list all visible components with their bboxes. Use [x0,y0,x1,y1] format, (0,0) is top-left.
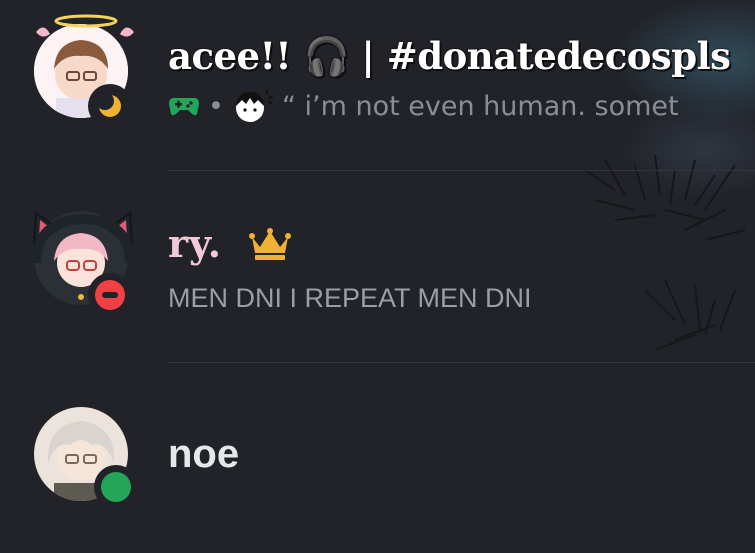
separator: • [208,90,224,122]
member-row-ry[interactable]: ry. MEN DNI I REPEAT MEN DNI [0,171,755,362]
gamepad-icon [169,98,199,116]
status-indicator [88,273,132,317]
member-name: ry. [168,221,222,266]
member-list: acee!! 🎧 | #donatedecospls • “ i’m not e… [0,0,755,553]
online-status-dot [101,472,131,502]
minus-icon [95,280,125,310]
halo-decoration [36,14,134,37]
custom-status-text: MEN DNI I REPEAT MEN DNI [168,283,532,313]
member-row-acee[interactable]: acee!! 🎧 | #donatedecospls • “ i’m not e… [0,0,755,170]
crown-icon [249,228,291,260]
member-name: acee!! 🎧 | #donatedecospls [168,34,731,78]
status-indicator [88,84,132,128]
moon-icon [95,91,125,121]
member-name: noe [168,432,240,476]
member-row-noe[interactable]: noe [0,363,755,553]
custom-emoji-icon [235,89,274,122]
activity-line: • “ i’m not even human. somet [168,88,679,124]
status-indicator [94,465,138,509]
custom-status-text: “ i’m not even human. somet [281,90,679,122]
